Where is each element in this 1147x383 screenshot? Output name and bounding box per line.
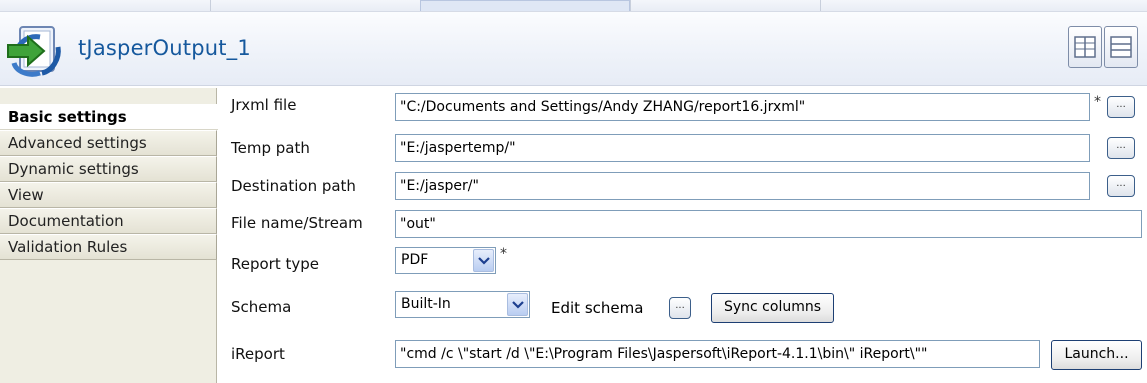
sidebar-item-basic-settings[interactable]: Basic settings: [0, 104, 218, 130]
sidebar-item-documentation[interactable]: Documentation: [0, 208, 217, 234]
vertical-layout-button[interactable]: [1104, 26, 1138, 68]
destination-path-label: Destination path: [231, 177, 356, 195]
schema-value: Built-In: [401, 296, 451, 312]
editor-tab-strip: [0, 0, 1147, 12]
temp-path-label: Temp path: [231, 139, 310, 157]
edit-schema-label: Edit schema: [551, 299, 644, 317]
jrxml-file-label: Jrxml file: [231, 96, 297, 114]
required-marker: *: [1094, 94, 1101, 110]
sync-columns-button[interactable]: Sync columns: [711, 293, 834, 323]
jasper-output-icon: [6, 19, 68, 81]
editor-tab[interactable]: [630, 0, 820, 11]
report-type-select[interactable]: PDF: [395, 247, 496, 274]
sidebar-item-view[interactable]: View: [0, 182, 217, 208]
destination-path-input[interactable]: "E:/jasper/": [395, 172, 1090, 200]
report-type-value: PDF: [401, 252, 429, 268]
temp-path-browse-button[interactable]: ...: [1107, 137, 1135, 159]
ireport-label: iReport: [231, 345, 285, 363]
file-name-input[interactable]: "out": [395, 210, 1142, 238]
editor-tab-active[interactable]: [420, 0, 630, 11]
jrxml-file-input[interactable]: "C:/Documents and Settings/Andy ZHANG/re…: [395, 93, 1090, 121]
schema-label: Schema: [231, 298, 292, 316]
sidebar-item-validation-rules[interactable]: Validation Rules: [0, 234, 217, 260]
jrxml-browse-button[interactable]: ...: [1107, 96, 1135, 118]
launch-button[interactable]: Launch...: [1051, 340, 1142, 370]
sidebar-item-advanced-settings[interactable]: Advanced settings: [0, 130, 217, 156]
component-header: tJasperOutput_1: [0, 12, 1147, 86]
chevron-down-icon[interactable]: [507, 293, 528, 316]
required-marker: *: [500, 246, 507, 262]
edit-schema-button[interactable]: ...: [669, 297, 691, 319]
component-title: tJasperOutput_1: [78, 36, 251, 60]
report-type-label: Report type: [231, 255, 320, 273]
ireport-command-input[interactable]: "cmd /c \"start /d \"E:\Program Files\Ja…: [395, 340, 1040, 368]
horizontal-layout-button[interactable]: [1068, 26, 1102, 68]
sidebar-item-dynamic-settings[interactable]: Dynamic settings: [0, 156, 217, 182]
destination-path-browse-button[interactable]: ...: [1107, 175, 1135, 197]
chevron-down-icon[interactable]: [473, 249, 494, 272]
editor-tab[interactable]: [820, 0, 940, 11]
file-name-label: File name/Stream: [231, 214, 363, 232]
settings-sidebar: Basic settings Advanced settings Dynamic…: [0, 88, 218, 383]
schema-select[interactable]: Built-In: [395, 291, 530, 318]
temp-path-input[interactable]: "E:/jaspertemp/": [395, 134, 1090, 162]
editor-tab[interactable]: [210, 0, 420, 11]
